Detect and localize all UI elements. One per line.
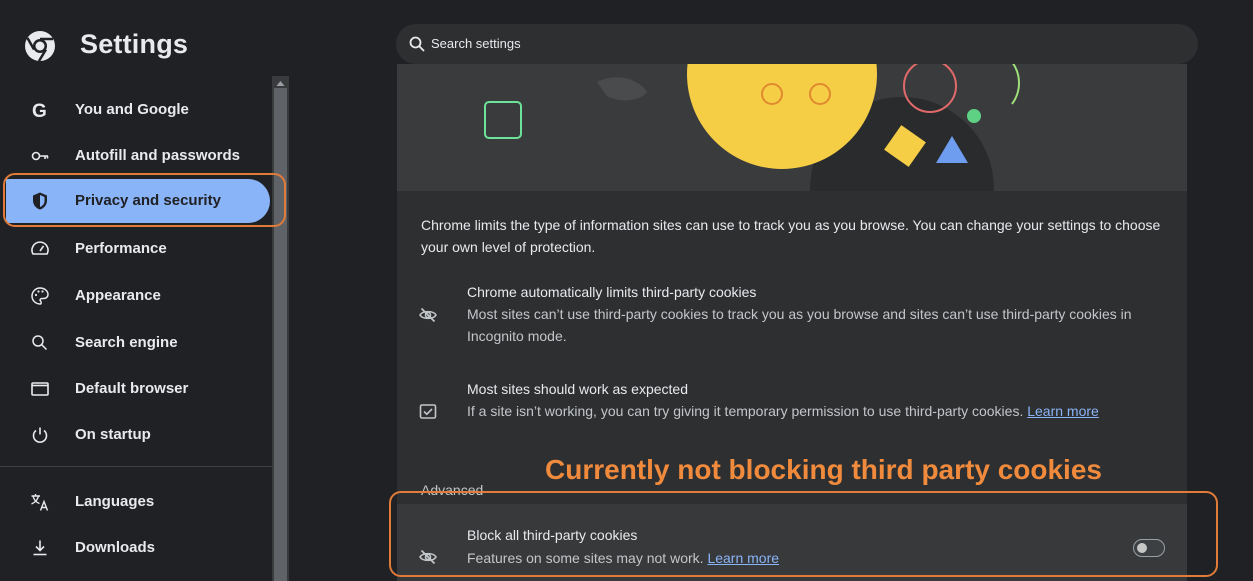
sidebar-item-label: Languages [75, 493, 155, 510]
palette-icon [31, 287, 49, 305]
row-title: Chrome automatically limits third-party … [467, 284, 757, 300]
scroll-up-arrow-icon[interactable] [276, 80, 285, 87]
browser-window-icon [31, 382, 49, 396]
chrome-logo-icon [25, 31, 55, 62]
page-title: Settings [80, 29, 189, 59]
cookies-illustration [397, 64, 1187, 191]
sidebar-item-appearance[interactable]: Appearance [0, 274, 270, 318]
sidebar-item-label: On startup [75, 426, 151, 443]
translate-icon [31, 494, 49, 511]
illustration-shapes-icon [484, 64, 1020, 191]
eye-off-icon [419, 307, 437, 323]
sidebar-item-label: Appearance [75, 287, 161, 304]
annotation-label: Currently not blocking third party cooki… [545, 454, 1102, 485]
sidebar-item-label: Autofill and passwords [75, 147, 241, 164]
checkbox-icon [419, 404, 437, 419]
sidebar-item-on-startup[interactable]: On startup [0, 413, 270, 457]
sidebar-item-search-engine[interactable]: Search engine [0, 321, 270, 365]
google-g-icon: G [32, 101, 47, 120]
sidebar-item-label: You and Google [75, 101, 189, 118]
sidebar-item-performance[interactable]: Performance [0, 227, 270, 271]
sidebar-item-label: Performance [75, 240, 167, 257]
sidebar: G You and Google Autofill and passwords … [0, 76, 290, 581]
sidebar-item-label: Downloads [75, 539, 156, 556]
sidebar-item-label: Default browser [75, 380, 189, 397]
search-bar[interactable]: Search settings [396, 24, 1198, 64]
privacy-description: Chrome limits the type of information si… [421, 217, 1161, 255]
speedometer-icon [31, 241, 49, 255]
sidebar-item-downloads[interactable]: Downloads [0, 526, 270, 570]
row-title: Most sites should work as expected [467, 381, 688, 397]
sidebar-item-default-browser[interactable]: Default browser [0, 367, 270, 411]
search-icon [409, 36, 425, 52]
row-subtitle: Most sites can’t use third-party cookies… [467, 306, 1132, 344]
sidebar-scrollbar-thumb[interactable] [274, 88, 287, 581]
annotation-highlight-privacy [3, 173, 286, 227]
sidebar-item-languages[interactable]: Languages [0, 480, 270, 524]
annotation-highlight-block-row [389, 491, 1218, 577]
sidebar-divider [0, 466, 272, 467]
learn-more-link[interactable]: Learn more [1027, 403, 1099, 419]
download-icon [33, 540, 47, 556]
power-icon [32, 427, 48, 443]
key-icon [31, 151, 49, 161]
svg-text:G: G [32, 101, 47, 120]
sidebar-item-you-and-google[interactable]: G You and Google [0, 88, 270, 132]
sidebar-item-label: Search engine [75, 334, 178, 351]
search-icon [32, 335, 48, 351]
sidebar-item-autofill[interactable]: Autofill and passwords [0, 134, 270, 178]
row-subtitle: If a site isn’t working, you can try giv… [467, 403, 1099, 419]
search-input[interactable]: Search settings [431, 36, 521, 51]
